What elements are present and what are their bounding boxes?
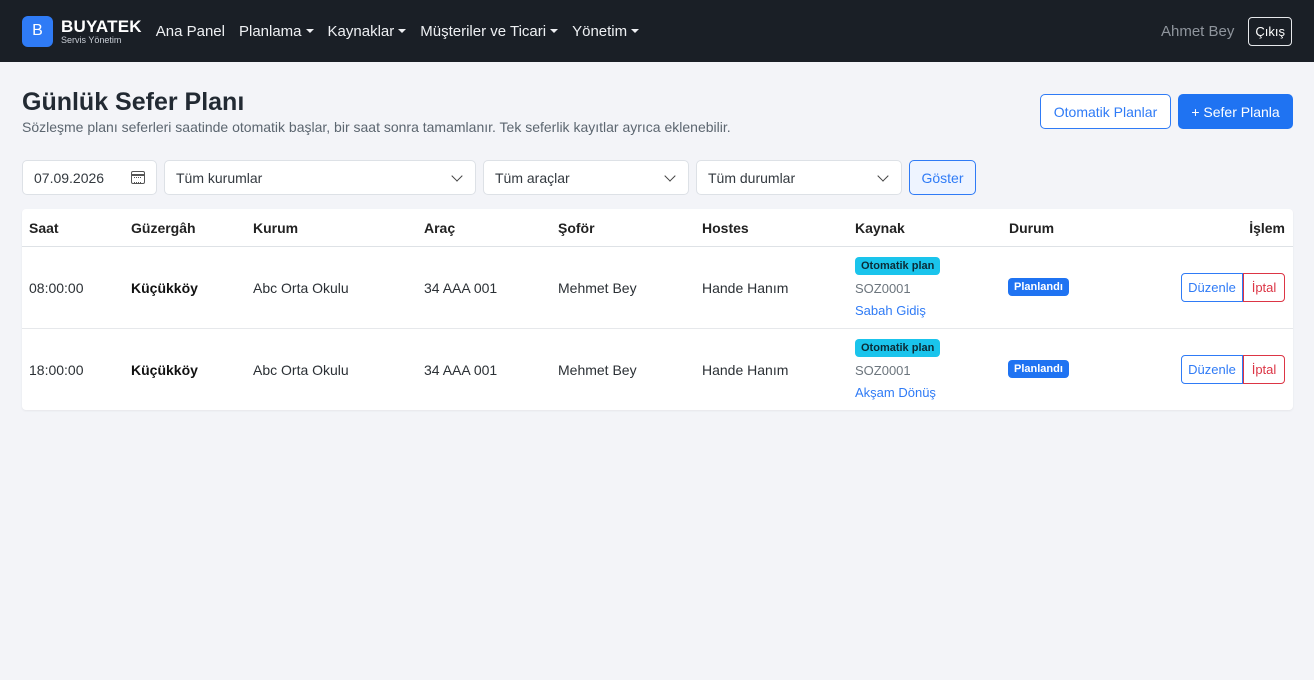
brand-subtitle: Servis Yönetim: [61, 34, 122, 45]
trip-table: Saat Güzergâh Kurum Araç Şoför Hostes Ka…: [22, 209, 1293, 410]
cancel-button[interactable]: İptal: [1243, 273, 1285, 302]
nav-link-label: Kaynaklar: [327, 22, 395, 40]
nav-link-kaynaklar[interactable]: Kaynaklar: [328, 23, 407, 40]
source-badge: Otomatik plan: [855, 257, 941, 275]
status-select[interactable]: Tüm durumlar: [696, 160, 902, 195]
source-link[interactable]: Sabah Gidiş: [855, 303, 926, 318]
nav-link-label: Müşteriler ve Ticari: [420, 22, 547, 40]
cell-route: Küçükköy: [131, 362, 198, 378]
auto-plans-button[interactable]: Otomatik Planlar: [1040, 94, 1171, 129]
column-header-hostes: Hostes: [702, 220, 749, 236]
cell-hostess: Hande Hanım: [702, 362, 789, 378]
nav-right: Ahmet Bey Çıkış: [1161, 16, 1292, 46]
column-header-sofor: Şoför: [558, 220, 595, 236]
page-subtitle: Sözleşme planı seferleri saatinde otomat…: [22, 119, 731, 135]
vehicle-select[interactable]: Tüm araçlar: [483, 160, 689, 195]
cancel-button[interactable]: İptal: [1243, 355, 1285, 384]
nav-link-ana-panel[interactable]: Ana Panel: [156, 23, 225, 40]
cell-institution: Abc Orta Okulu: [253, 280, 349, 296]
table-header: Saat Güzergâh Kurum Araç Şoför Hostes Ka…: [22, 209, 1293, 247]
caret-down-icon: [398, 29, 407, 33]
cell-vehicle: 34 AAA 001: [424, 362, 498, 378]
date-value: 07.09.2026: [34, 169, 105, 186]
source-link[interactable]: Akşam Dönüş: [855, 385, 936, 400]
nav-link-label: Planlama: [238, 22, 302, 40]
new-trip-button[interactable]: + Sefer Planla: [1178, 94, 1293, 129]
status-badge: Planlandı: [1008, 360, 1069, 378]
institution-select[interactable]: Tüm kurumlar: [164, 160, 476, 195]
vehicle-select-value: Tüm araçlar: [495, 169, 570, 186]
caret-down-icon: [305, 29, 314, 33]
status-badge: Planlandı: [1008, 278, 1069, 296]
source-code: SOZ0001: [855, 363, 911, 378]
edit-button[interactable]: Düzenle: [1181, 355, 1243, 384]
column-header-durum: Durum: [1009, 220, 1055, 236]
cell-hostess: Hande Hanım: [702, 280, 789, 296]
institution-select-value: Tüm kurumlar: [176, 169, 263, 186]
nav-link-planlama[interactable]: Planlama: [239, 23, 314, 40]
cell-vehicle: 34 AAA 001: [424, 280, 498, 296]
chevron-down-icon: [877, 169, 889, 182]
brand-name: BUYATEK: [61, 16, 142, 36]
nav-link-yonetim[interactable]: Yönetim: [572, 22, 640, 40]
nav-links: Ana Panel Planlama Kaynaklar Müşteriler …: [156, 23, 653, 40]
column-header-guzergah: Güzergâh: [131, 220, 196, 236]
show-button[interactable]: Göster: [909, 160, 976, 195]
caret-down-icon: [550, 29, 559, 33]
column-header-islem: İşlem: [1249, 220, 1285, 236]
cell-time: 18:00:00: [29, 362, 84, 378]
source-badge: Otomatik plan: [855, 339, 941, 357]
cell-driver: Mehmet Bey: [558, 362, 637, 378]
column-header-kaynak: Kaynak: [855, 220, 905, 236]
cell-driver: Mehmet Bey: [558, 280, 637, 296]
nav-link-label: Ana Panel: [155, 22, 225, 40]
brand-logo-icon: B: [22, 15, 53, 47]
chevron-down-icon: [664, 169, 676, 182]
nav-link-label: Yönetim: [572, 22, 628, 40]
cell-route: Küçükköy: [131, 280, 198, 296]
logout-button[interactable]: Çıkış: [1248, 16, 1292, 46]
brand[interactable]: B BUYATEK Servis Yönetim: [22, 15, 142, 47]
top-navbar: B BUYATEK Servis Yönetim Ana Panel Planl…: [0, 0, 1314, 62]
caret-down-icon: [631, 29, 640, 33]
user-name: Ahmet Bey: [1161, 22, 1235, 40]
column-header-arac: Araç: [424, 220, 456, 236]
brand-text: BUYATEK Servis Yönetim: [61, 18, 142, 45]
column-header-kurum: Kurum: [253, 220, 299, 236]
table-row: 18:00:00 Küçükköy Abc Orta Okulu 34 AAA …: [22, 329, 1293, 411]
edit-button[interactable]: Düzenle: [1181, 273, 1243, 302]
column-header-saat: Saat: [29, 220, 59, 236]
cell-institution: Abc Orta Okulu: [253, 362, 349, 378]
page-title: Günlük Sefer Planı: [22, 88, 245, 116]
nav-link-musteriler[interactable]: Müşteriler ve Ticari: [420, 22, 559, 40]
table-row: 08:00:00 Küçükköy Abc Orta Okulu 34 AAA …: [22, 247, 1293, 329]
date-input[interactable]: 07.09.2026: [22, 160, 157, 195]
calendar-icon[interactable]: [131, 171, 145, 184]
cell-time: 08:00:00: [29, 280, 84, 296]
chevron-down-icon: [451, 169, 463, 182]
source-code: SOZ0001: [855, 281, 911, 296]
status-select-value: Tüm durumlar: [708, 169, 796, 186]
